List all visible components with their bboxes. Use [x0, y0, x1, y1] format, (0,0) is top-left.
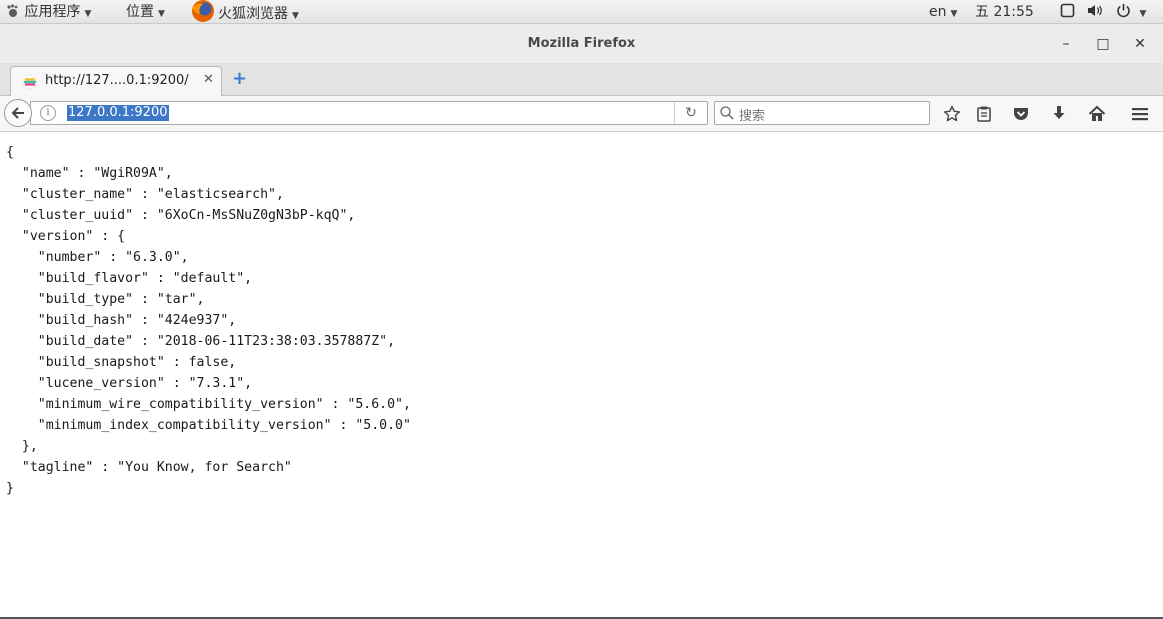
hamburger-icon[interactable]	[1129, 103, 1151, 125]
json-response: { "name" : "WgiR09A", "cluster_name" : "…	[6, 145, 411, 496]
browser-app-menu[interactable]: 火狐浏览器 ▼	[188, 0, 299, 22]
gnome-foot-icon	[6, 4, 20, 18]
home-icon[interactable]	[1086, 103, 1108, 125]
tab-title: http://127....0.1:9200/	[45, 73, 189, 88]
search-icon	[719, 105, 735, 121]
window-titlebar[interactable]: Mozilla Firefox – □ ✕	[0, 24, 1163, 64]
elasticsearch-favicon-icon	[23, 74, 37, 93]
reload-icon[interactable]: ↻	[674, 102, 707, 124]
navigation-toolbar: i 127.0.0.1:9200 ↻ 搜索	[0, 96, 1163, 132]
tab-elasticsearch[interactable]: http://127....0.1:9200/ ✕	[10, 66, 222, 96]
chevron-down-icon: ▼	[158, 9, 165, 19]
places-menu[interactable]: 位置 ▼	[126, 2, 165, 22]
page-content: { "name" : "WgiR09A", "cluster_name" : "…	[0, 132, 1163, 617]
tab-close-button[interactable]: ✕	[203, 72, 214, 87]
back-arrow-icon	[11, 107, 24, 119]
power-icon	[1116, 4, 1135, 20]
tab-strip: http://127....0.1:9200/ ✕ +	[0, 64, 1163, 96]
maximize-button[interactable]: □	[1093, 34, 1113, 54]
window-title: Mozilla Firefox	[527, 36, 636, 51]
download-icon[interactable]	[1048, 103, 1070, 125]
close-window-button[interactable]: ✕	[1130, 34, 1150, 54]
clock[interactable]: 五 21:55	[975, 2, 1034, 22]
applications-menu[interactable]: 应用程序 ▼	[6, 2, 91, 22]
chevron-down-icon: ▼	[1139, 9, 1147, 19]
url-text[interactable]: 127.0.0.1:9200	[67, 105, 169, 121]
screen-icon[interactable]	[1060, 2, 1075, 22]
language-label: en	[929, 4, 947, 20]
star-icon[interactable]	[941, 103, 963, 125]
url-bar[interactable]: i 127.0.0.1:9200 ↻	[30, 101, 708, 125]
volume-icon[interactable]	[1087, 2, 1103, 22]
language-indicator[interactable]: en ▼	[929, 2, 957, 22]
new-tab-button[interactable]: +	[232, 68, 247, 89]
search-bar[interactable]: 搜索	[714, 101, 930, 125]
minimize-button[interactable]: –	[1056, 34, 1076, 54]
back-button[interactable]	[4, 99, 32, 127]
chevron-down-icon: ▼	[84, 9, 92, 19]
clock-label: 五 21:55	[975, 4, 1034, 20]
top-panel: 应用程序 ▼ 位置 ▼ 火狐浏览器 ▼ en ▼ 五 21:55 ▼	[0, 0, 1163, 24]
applications-label: 应用程序	[24, 4, 81, 20]
power-menu[interactable]: ▼	[1116, 2, 1146, 22]
chevron-down-icon: ▼	[292, 11, 299, 21]
chevron-down-icon: ▼	[950, 9, 958, 19]
browser-app-label: 火狐浏览器	[218, 6, 288, 22]
places-label: 位置	[126, 4, 154, 20]
pocket-icon[interactable]	[1010, 103, 1032, 125]
search-placeholder: 搜索	[739, 109, 766, 124]
firefox-logo-icon	[188, 0, 218, 22]
clipboard-icon[interactable]	[973, 103, 995, 125]
info-icon[interactable]: i	[40, 105, 56, 121]
